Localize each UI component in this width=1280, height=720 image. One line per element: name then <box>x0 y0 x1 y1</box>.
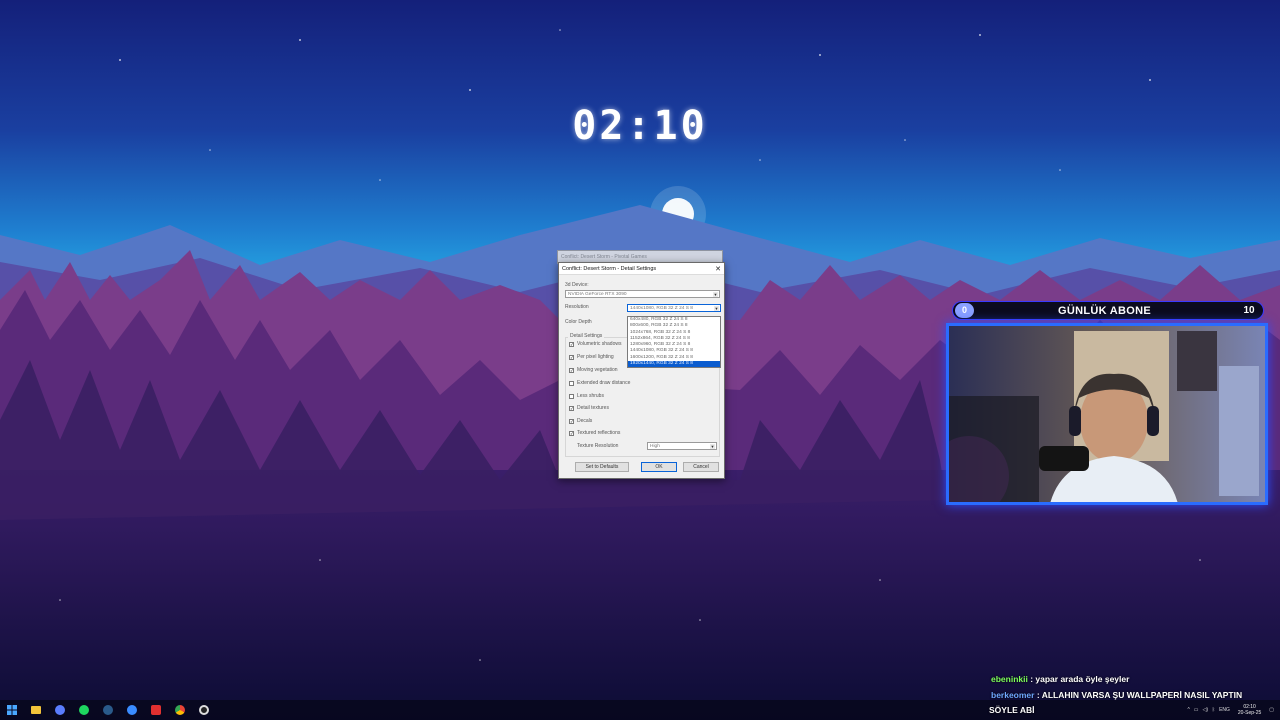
dialog-title: Conflict: Desert Storm - Detail Settings <box>562 265 657 272</box>
system-tray: ^ ▭ ◁) ᛒ ENG 02:10 20-Sep-25 ▢ <box>1187 700 1274 720</box>
desktop-clock: 02:10 <box>572 103 708 149</box>
checkbox-check-icon[interactable]: ✓ <box>569 341 574 347</box>
app-blue-icon[interactable] <box>120 700 144 720</box>
sub-goal-title: GÜNLÜK ABONE <box>1057 304 1152 317</box>
checkbox-moving-vegetation[interactable]: ✓ Moving vegetation <box>569 367 618 373</box>
chevron-down-icon: ▼ <box>710 444 715 449</box>
resolution-value: 1440x1080, RGB 32 Z 24 S 8 <box>630 306 693 311</box>
chat-message-continued: SÖYLE ABİ <box>989 705 1035 715</box>
cancel-button[interactable]: Cancel <box>683 462 719 472</box>
taskbar: ^ ▭ ◁) ᛒ ENG 02:10 20-Sep-25 ▢ <box>0 700 1280 720</box>
checkbox-label: Decals <box>577 418 593 424</box>
checkbox-detail-textures[interactable]: ✓ Detail textures <box>569 405 609 411</box>
checkbox-check-icon[interactable]: ✓ <box>569 354 574 360</box>
checkbox-label: Moving vegetation <box>577 367 618 373</box>
taskbar-date: 20-Sep-25 <box>1237 710 1262 716</box>
checkbox-per-pixel-lighting[interactable]: ✓ Per pixel lighting <box>569 354 614 360</box>
webcam-image <box>949 326 1265 502</box>
checkbox-check-icon[interactable]: ✓ <box>569 367 574 373</box>
network-icon[interactable]: ▭ <box>1194 707 1199 713</box>
texture-resolution-select[interactable]: High ▼ <box>647 442 717 450</box>
checkbox-empty[interactable] <box>569 393 574 399</box>
device-value: NVIDIA GeForce RTX 3090 <box>568 292 627 297</box>
windows-start-icon[interactable] <box>0 700 24 720</box>
notification-icon[interactable]: ▢ <box>1269 707 1274 713</box>
checkbox-empty[interactable] <box>569 380 574 386</box>
resolution-dropdown-list: 640x480, RGB 32 Z 24 S 8 800x600, RGB 32… <box>627 316 721 368</box>
chat-username: berkeomer <box>991 690 1035 700</box>
checkbox-label: Per pixel lighting <box>577 354 614 360</box>
texture-resolution-label: Texture Resolution <box>577 443 619 449</box>
checkbox-extended-draw-distance[interactable]: Extended draw distance <box>569 380 630 386</box>
obs-icon[interactable] <box>192 700 216 720</box>
steam-icon[interactable] <box>96 700 120 720</box>
checkbox-volumetric-shadows[interactable]: ✓ Volumetric shadows <box>569 341 621 347</box>
device-label: 3d Device: <box>565 282 589 288</box>
bluetooth-icon[interactable]: ᛒ <box>1212 707 1215 713</box>
daily-subscriber-goal-bar: 0 GÜNLÜK ABONE 10 <box>952 301 1264 320</box>
detail-settings-dialog: Conflict: Desert Storm - Detail Settings… <box>558 262 725 479</box>
webcam-feed <box>946 323 1268 505</box>
checkbox-check-icon[interactable]: ✓ <box>569 430 574 436</box>
chevron-up-icon[interactable]: ^ <box>1187 707 1189 713</box>
chat-username: ebeninkii <box>991 674 1028 684</box>
checkbox-label: Extended draw distance <box>577 380 631 386</box>
app-red-icon[interactable] <box>144 700 168 720</box>
checkbox-label: Less shrubs <box>577 393 604 399</box>
background-window-title: Conflict: Desert Storm - Pivotal Games <box>561 254 647 260</box>
texture-resolution-value: High <box>650 444 660 449</box>
checkbox-textured-reflections[interactable]: ✓ Textured reflections <box>569 430 620 436</box>
chat-message: ebeninkii : yapar arada öyle şeyler <box>991 674 1129 684</box>
chrome-icon[interactable] <box>168 700 192 720</box>
sub-count: 0 <box>955 303 974 318</box>
checkbox-check-icon[interactable]: ✓ <box>569 405 574 411</box>
checkbox-check-icon[interactable]: ✓ <box>569 418 574 424</box>
chat-message: berkeomer : ALLAHIN VARSA ŞU WALLPAPERİ … <box>991 690 1242 700</box>
resolution-select[interactable]: 1440x1080, RGB 32 Z 24 S 8 ▼ <box>627 304 721 312</box>
file-explorer-icon[interactable] <box>24 700 48 720</box>
spotify-icon[interactable] <box>72 700 96 720</box>
resolution-option-selected[interactable]: 1920x1440, RGB 32 Z 24 S 8 <box>628 361 720 368</box>
volume-icon[interactable]: ◁) <box>1203 707 1209 713</box>
detail-settings-label: Detail Settings <box>568 333 605 339</box>
chat-text: : yapar arada öyle şeyler <box>1027 674 1130 684</box>
checkbox-less-shrubs[interactable]: Less shrubs <box>569 393 604 399</box>
checkbox-label: Textured reflections <box>577 430 621 436</box>
device-select[interactable]: NVIDIA GeForce RTX 3090 ▼ <box>565 290 720 298</box>
chat-text: : ALLAHIN VARSA ŞU WALLPAPERİ NASIL YAPT… <box>1034 690 1243 700</box>
set-defaults-button[interactable]: Set to Defaults <box>575 462 629 472</box>
resolution-label: Resolution <box>565 304 589 310</box>
taskbar-clock[interactable]: 02:10 20-Sep-25 <box>1238 704 1261 716</box>
checkbox-decals[interactable]: ✓ Decals <box>569 418 592 424</box>
sub-goal-target: 10 <box>1243 305 1255 316</box>
checkbox-label: Detail textures <box>577 405 609 411</box>
chevron-down-icon: ▼ <box>714 306 719 311</box>
close-icon[interactable]: ✕ <box>712 263 724 274</box>
checkbox-label: Volumetric shadows <box>577 341 622 347</box>
chat-text: SÖYLE ABİ <box>989 705 1035 715</box>
ok-button[interactable]: OK <box>641 462 677 472</box>
dialog-titlebar[interactable]: Conflict: Desert Storm - Detail Settings… <box>559 263 724 275</box>
browser-icon[interactable] <box>48 700 72 720</box>
chevron-down-icon: ▼ <box>713 292 718 297</box>
color-depth-label: Color Depth <box>565 319 592 325</box>
language-indicator[interactable]: ENG <box>1219 707 1230 713</box>
